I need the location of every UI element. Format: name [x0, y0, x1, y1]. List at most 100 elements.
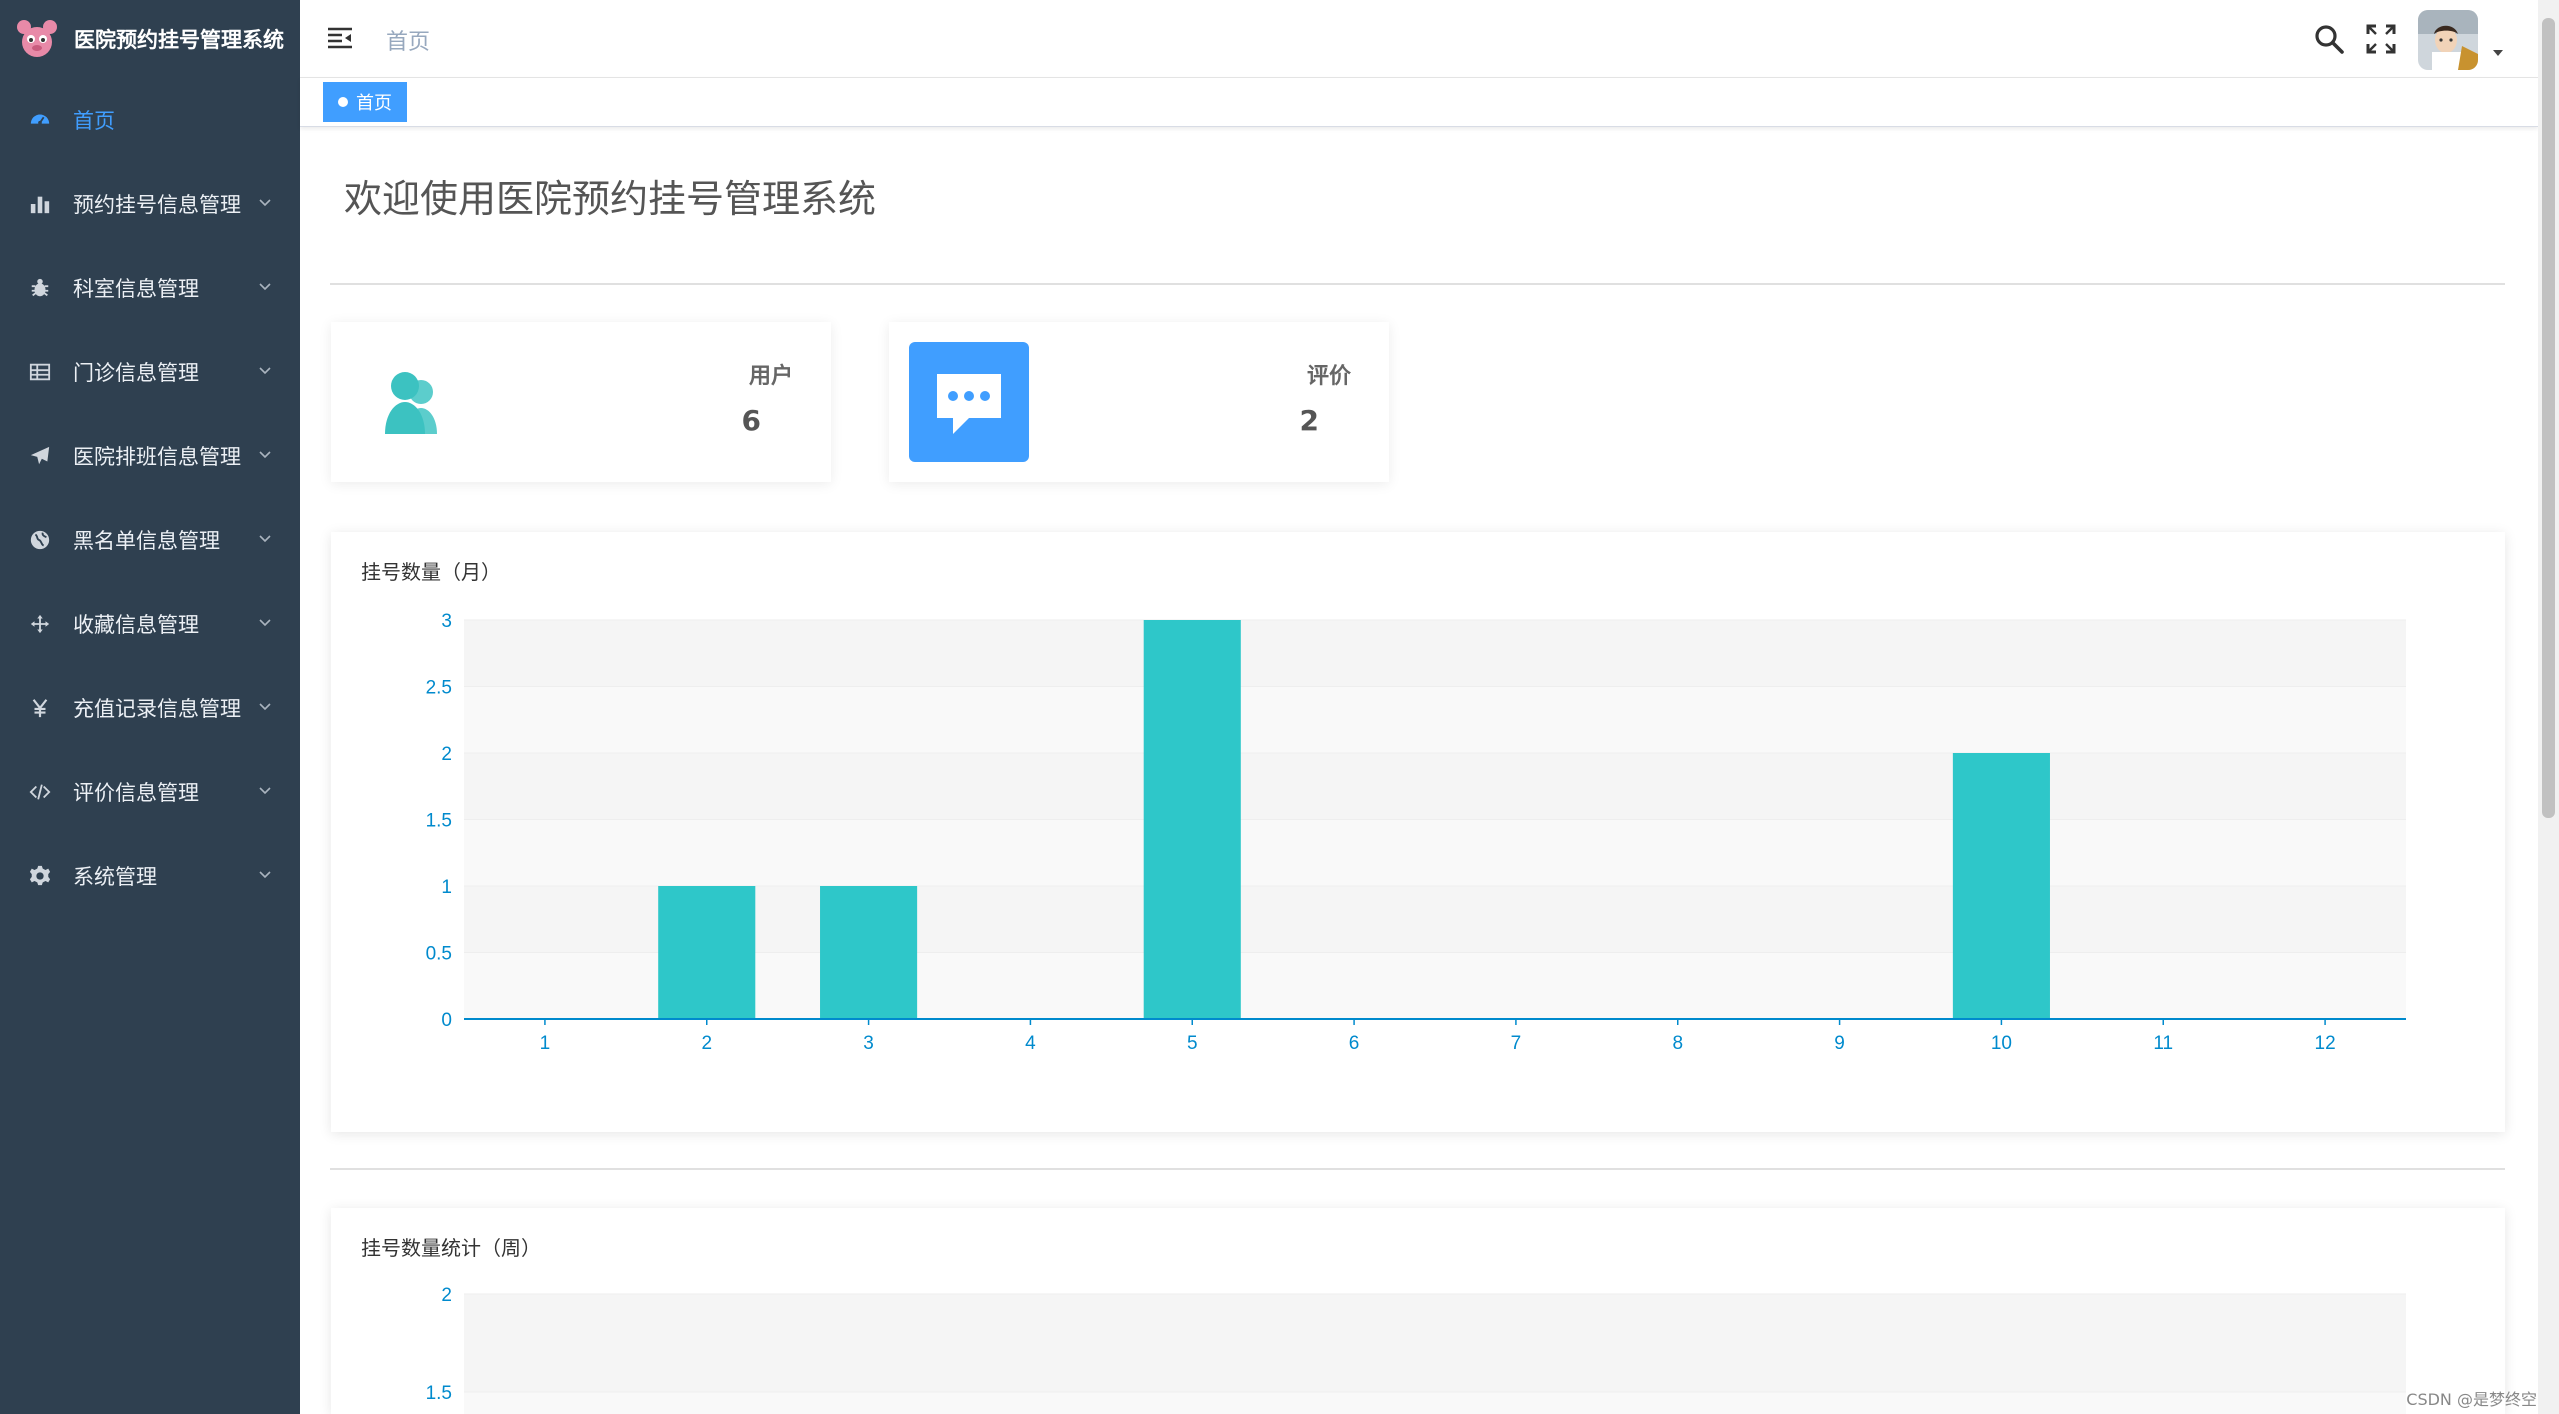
search-icon[interactable] [2313, 23, 2345, 55]
chevron-down-icon [259, 787, 271, 795]
grid-band [464, 819, 2406, 886]
sidebar-item-label: 系统管理 [73, 865, 157, 889]
active-dot-icon [338, 97, 348, 107]
chevron-down-icon [259, 703, 271, 711]
tags-view: 首页 [300, 78, 2538, 127]
sidebar-item-favorites[interactable]: 收藏信息管理 [0, 582, 300, 666]
chevron-down-icon [259, 451, 271, 459]
sidebar-item-clinic[interactable]: 门诊信息管理 [0, 330, 300, 414]
stat-label: 用户 [748, 364, 793, 389]
sidebar-item-home[interactable]: 首页 [0, 78, 300, 162]
watermark: CSDN @是梦终空 [2406, 1390, 2537, 1409]
avatar[interactable] [2418, 10, 2478, 70]
sidebar-item-label: 首页 [73, 109, 115, 133]
sidebar-item-label: 黑名单信息管理 [73, 529, 220, 553]
chart-card-weekly: 挂号数量统计（周） 2 1.5 [331, 1208, 2505, 1414]
x-tick-label: 8 [1672, 1033, 1683, 1054]
tag-label: 首页 [356, 93, 392, 114]
fullscreen-icon[interactable] [2365, 23, 2397, 55]
chevron-down-icon [259, 199, 271, 207]
app-title: 医院预约挂号管理系统 [74, 28, 284, 52]
grid-band [464, 1392, 2406, 1414]
sidebar-item-label: 预约挂号信息管理 [73, 193, 241, 217]
chevron-down-icon [259, 283, 271, 291]
chevron-down-icon [259, 535, 271, 543]
chevron-down-icon [259, 871, 271, 879]
chart-card-monthly: 挂号数量（月） 0 0.5 1 1.5 2 2.5 3 1 2 3 4 5 6 7 8 9 10 11 12 [331, 532, 2505, 1132]
y-tick-label: 0.5 [426, 944, 452, 965]
y-tick-label: 2 [441, 744, 452, 765]
y-tick-label: 3 [441, 611, 452, 632]
sidebar-item-label: 充值记录信息管理 [73, 697, 241, 721]
sidebar: 医院预约挂号管理系统 首页 预约挂号信息管理 科室信息管理 门诊信息管理 医院排… [0, 0, 300, 1414]
grid-band [464, 1294, 2406, 1392]
sidebar-item-department[interactable]: 科室信息管理 [0, 246, 300, 330]
chevron-down-icon [259, 367, 271, 375]
paw-logo-icon [17, 20, 57, 57]
globe-icon [28, 528, 52, 552]
grid-band [464, 620, 2406, 687]
bar-chart-icon [28, 192, 52, 216]
x-tick-label: 2 [701, 1033, 712, 1054]
bar [1952, 753, 2050, 1019]
code-icon [28, 780, 52, 804]
x-tick-label: 9 [1834, 1033, 1845, 1054]
y-tick-label: 2.5 [426, 678, 452, 699]
x-tick-label: 5 [1187, 1033, 1198, 1054]
sidebar-menu: 首页 预约挂号信息管理 科室信息管理 门诊信息管理 医院排班信息管理 黑名单信息… [0, 78, 300, 918]
sidebar-item-system[interactable]: 系统管理 [0, 834, 300, 918]
weekly-bar-chart: 21.5 [426, 1285, 2406, 1414]
sidebar-item-label: 收藏信息管理 [73, 613, 199, 637]
y-tick-label: 1.5 [426, 811, 452, 832]
sidebar-item-label: 评价信息管理 [73, 781, 199, 805]
grid-band [464, 686, 2406, 753]
x-tick-label: 4 [1025, 1033, 1036, 1054]
y-tick-label: 1 [441, 877, 452, 898]
table-icon [28, 360, 52, 384]
x-tick-label: 3 [863, 1033, 874, 1054]
grid-band [464, 753, 2406, 820]
sidebar-item-recharge[interactable]: 充值记录信息管理 [0, 666, 300, 750]
sidebar-item-review[interactable]: 评价信息管理 [0, 750, 300, 834]
stat-card-users: 用户 6 [331, 322, 831, 482]
x-tick-label: 11 [2153, 1033, 2173, 1054]
divider [330, 283, 2505, 285]
gear-icon [28, 864, 52, 888]
page-title: 欢迎使用医院预约挂号管理系统 [344, 177, 877, 221]
x-tick-label: 12 [2315, 1033, 2336, 1054]
sidebar-item-blacklist[interactable]: 黑名单信息管理 [0, 498, 300, 582]
divider [330, 1168, 2505, 1170]
bug-icon [28, 276, 52, 300]
sidebar-item-appointment[interactable]: 预约挂号信息管理 [0, 162, 300, 246]
y-tick-label: 2 [441, 1285, 452, 1306]
sidebar-item-label: 门诊信息管理 [73, 361, 199, 385]
sidebar-item-label: 医院排班信息管理 [73, 445, 241, 469]
chat-bubble-icon [909, 342, 1029, 462]
x-tick-label: 7 [1511, 1033, 1522, 1054]
monthly-bar-chart: 00.511.522.531 2 3 4 5 6 7 8 9 10 11 12 [426, 611, 2406, 1054]
x-tick-label: 1 [540, 1033, 551, 1054]
dashboard-icon [28, 108, 52, 132]
stat-value: 2 [1299, 404, 1319, 437]
bar [658, 886, 756, 1019]
chevron-down-icon [259, 619, 271, 627]
avatar-image [2418, 10, 2478, 70]
stat-label: 评价 [1306, 364, 1351, 389]
caret-down-icon[interactable] [2492, 48, 2504, 58]
logo-bar: 医院预约挂号管理系统 [0, 0, 300, 78]
x-tick-label: 10 [1991, 1033, 2012, 1054]
y-tick-label: 1.5 [426, 1383, 452, 1404]
stat-card-reviews: 评价 2 [889, 322, 1389, 482]
vertical-scrollbar[interactable] [2538, 0, 2559, 1414]
y-tick-label: 0 [441, 1010, 452, 1031]
users-icon [351, 342, 471, 462]
sidebar-item-schedule[interactable]: 医院排班信息管理 [0, 414, 300, 498]
tag-home[interactable]: 首页 [323, 82, 407, 122]
breadcrumb[interactable]: 首页 [386, 24, 430, 56]
stat-value: 6 [741, 404, 761, 437]
paper-plane-icon [28, 444, 52, 468]
scrollbar-thumb[interactable] [2542, 18, 2555, 818]
sidebar-item-label: 科室信息管理 [73, 277, 199, 301]
yen-icon [28, 696, 52, 720]
menu-fold-icon[interactable] [326, 24, 354, 52]
